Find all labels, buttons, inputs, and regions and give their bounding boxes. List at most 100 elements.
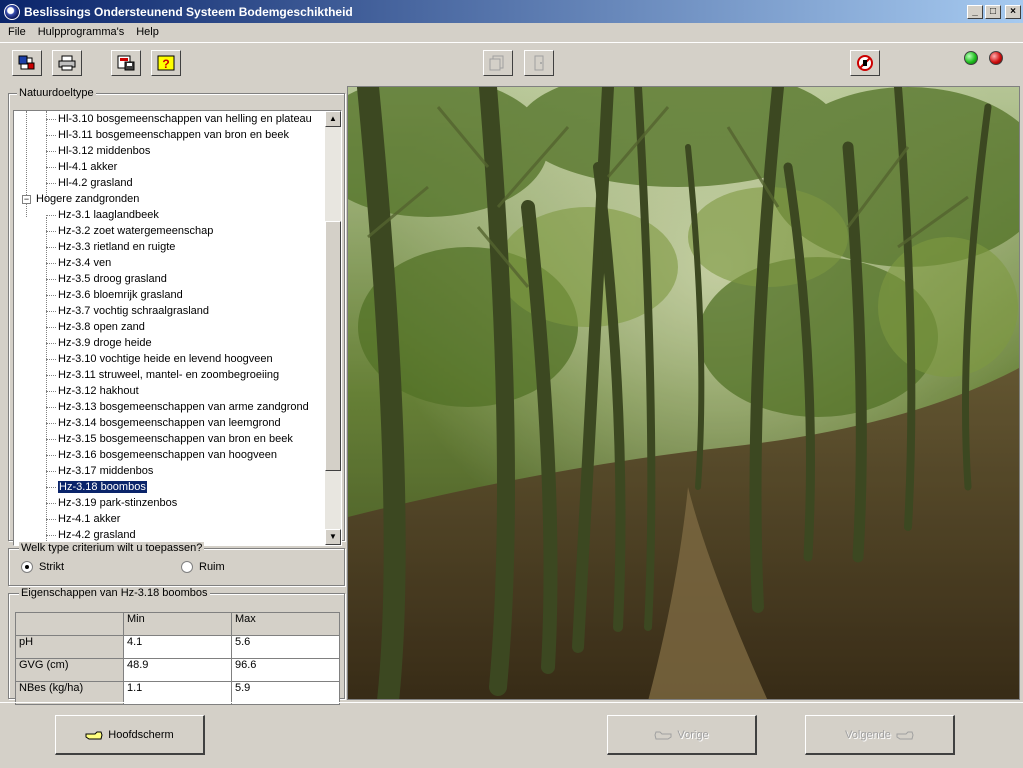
minimize-button[interactable]: _	[967, 4, 983, 19]
tree-item-selected[interactable]: Hz-3.18 boombos	[44, 479, 148, 495]
tree-item[interactable]: Hz-4.2 grasland	[44, 527, 136, 543]
menu-file[interactable]: File	[2, 26, 32, 38]
tree-item[interactable]: Hl-3.11 bosgemeenschappen van bron en be…	[44, 127, 289, 143]
properties-table: Min Max pH 4.1 5.6 GVG (cm) 48.9 96.6 NB…	[15, 612, 340, 705]
print-icon	[58, 55, 76, 71]
tree-item[interactable]: Hz-3.10 vochtige heide en levend hoogvee…	[44, 351, 273, 367]
tree-item[interactable]: Hz-3.14 bosgemeenschappen van leemgrond	[44, 415, 281, 431]
radio-ruim-circle[interactable]	[181, 561, 193, 573]
tree-item[interactable]: Hz-3.9 droge heide	[44, 335, 152, 351]
row-label: pH	[15, 635, 124, 659]
radio-strikt[interactable]: Strikt	[21, 561, 64, 573]
next-button[interactable]: Volgende	[805, 715, 955, 755]
tree-item[interactable]: Hz-3.8 open zand	[44, 319, 145, 335]
hand-pointer-icon	[85, 731, 103, 739]
radio-ruim-label: Ruim	[199, 561, 225, 573]
tree-item[interactable]: Hz-3.19 park-stinzenbos	[44, 495, 177, 511]
previous-button[interactable]: Vorige	[607, 715, 757, 755]
save-icon	[117, 55, 135, 71]
radio-ruim[interactable]: Ruim	[181, 561, 225, 573]
window-controls: _ □ ×	[967, 4, 1021, 19]
copy-icon	[489, 55, 504, 71]
row-label: GVG (cm)	[15, 658, 124, 682]
hand-left-icon	[654, 731, 672, 739]
previous-button-label: Vorige	[677, 728, 709, 741]
table-header-cell	[15, 612, 124, 636]
radio-strikt-circle[interactable]	[21, 561, 33, 573]
title-bar: Beslissings Ondersteunend Systeem Bodemg…	[0, 0, 1023, 23]
table-row: GVG (cm) 48.9 96.6	[15, 658, 340, 682]
door-button[interactable]	[524, 50, 554, 76]
save-button[interactable]	[111, 50, 141, 76]
forest-photo	[347, 86, 1020, 700]
scroll-up-button[interactable]: ▲	[325, 111, 341, 127]
hand-right-icon	[896, 731, 914, 739]
next-button-label: Volgende	[845, 728, 891, 741]
copy-button[interactable]	[483, 50, 513, 76]
menu-help[interactable]: Help	[130, 26, 165, 38]
open-icon	[18, 55, 35, 70]
eigenschappen-legend: Eigenschappen van Hz-3.18 boombos	[19, 587, 210, 599]
tree-item[interactable]: Hz-3.11 struweel, mantel- en zoombegroei…	[44, 367, 279, 383]
tree-item[interactable]: Hz-3.12 hakhout	[44, 383, 139, 399]
table-header-min: Min	[123, 612, 232, 636]
radio-strikt-label: Strikt	[39, 561, 65, 573]
home-button-label: Hoofdscherm	[108, 728, 174, 741]
maximize-button[interactable]: □	[985, 4, 1001, 19]
tree-item[interactable]: Hl-3.12 middenbos	[44, 143, 150, 159]
status-green-light	[964, 51, 978, 65]
door-icon	[534, 55, 544, 71]
tree-item[interactable]: Hz-3.5 droog grasland	[44, 271, 167, 287]
tree-group-hogere-zandgronden[interactable]: Hogere zandgronden	[36, 191, 139, 207]
collapse-toggle[interactable]: −	[22, 195, 31, 204]
toolbar: ?	[0, 42, 1023, 82]
criterium-legend: Welk type criterium wilt u toepassen?	[19, 542, 205, 554]
natuurdoeltype-tree[interactable]: Hl-3.10 bosgemeenschappen van helling en…	[13, 110, 342, 546]
tree-item[interactable]: Hz-3.7 vochtig schraalgrasland	[44, 303, 209, 319]
natuurdoeltype-group: Natuurdoeltype Hl-3.10 bosgemeenschappen…	[8, 87, 345, 546]
print-button[interactable]	[52, 50, 82, 76]
tree-item[interactable]: Hz-3.13 bosgemeenschappen van arme zandg…	[44, 399, 309, 415]
close-button[interactable]: ×	[1005, 4, 1021, 19]
menu-hulpprogrammas[interactable]: Hulpprogramma's	[32, 26, 130, 38]
tree-item[interactable]: Hz-3.4 ven	[44, 255, 111, 271]
criterium-group: Welk type criterium wilt u toepassen? St…	[8, 542, 345, 586]
table-header-max: Max	[231, 612, 340, 636]
tree-item[interactable]: Hz-3.3 rietland en ruigte	[44, 239, 175, 255]
table-row: pH 4.1 5.6	[15, 635, 340, 659]
svg-text:?: ?	[162, 57, 169, 71]
forest-image	[348, 87, 1019, 699]
tree-scrollbar[interactable]: ▲ ▼	[325, 111, 341, 545]
tree-item[interactable]: Hz-3.16 bosgemeenschappen van hoogveen	[44, 447, 277, 463]
open-button[interactable]	[12, 50, 42, 76]
row-min[interactable]: 48.9	[123, 658, 232, 682]
tree-item[interactable]: Hz-3.15 bosgemeenschappen van bron en be…	[44, 431, 293, 447]
status-red-light	[989, 51, 1003, 65]
eigenschappen-group: Eigenschappen van Hz-3.18 boombos Min Ma…	[8, 587, 345, 705]
app-icon[interactable]	[4, 3, 20, 20]
scroll-thumb[interactable]	[325, 221, 341, 471]
natuurdoeltype-legend: Natuurdoeltype	[17, 87, 96, 99]
tree-item[interactable]: Hz-4.1 akker	[44, 511, 120, 527]
home-button[interactable]: Hoofdscherm	[55, 715, 205, 755]
scroll-down-button[interactable]: ▼	[325, 529, 341, 545]
tree-item[interactable]: Hz-3.2 zoet watergemeenschap	[44, 223, 213, 239]
left-panel: Natuurdoeltype Hl-3.10 bosgemeenschappen…	[8, 86, 345, 705]
help-button[interactable]: ?	[151, 50, 181, 76]
stop-icon	[857, 55, 873, 71]
menu-bar: File Hulpprogramma's Help	[0, 23, 1023, 41]
tree-item[interactable]: Hz-3.17 middenbos	[44, 463, 153, 479]
tree-item[interactable]: Hl-4.2 grasland	[44, 175, 133, 191]
row-max[interactable]: 5.6	[231, 635, 340, 659]
stop-button[interactable]	[850, 50, 880, 76]
table-header-row: Min Max	[15, 612, 340, 636]
tree-item[interactable]: Hz-3.6 bloemrijk grasland	[44, 287, 183, 303]
help-icon: ?	[157, 55, 175, 71]
row-min[interactable]: 4.1	[123, 635, 232, 659]
tree-item[interactable]: Hz-3.1 laaglandbeek	[44, 207, 159, 223]
row-max[interactable]: 96.6	[231, 658, 340, 682]
window-title: Beslissings Ondersteunend Systeem Bodemg…	[24, 4, 353, 19]
bottom-bar: Hoofdscherm Vorige Volgende	[0, 702, 1023, 768]
tree-item[interactable]: Hl-3.10 bosgemeenschappen van helling en…	[44, 111, 312, 127]
tree-item[interactable]: Hl-4.1 akker	[44, 159, 117, 175]
